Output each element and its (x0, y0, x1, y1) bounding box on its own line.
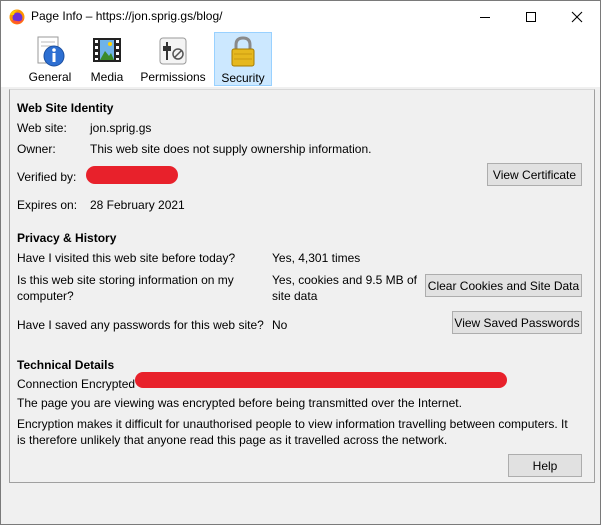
identity-heading: Web Site Identity (17, 101, 114, 115)
tab-general-label: General (28, 70, 72, 84)
minimize-button[interactable] (462, 1, 508, 32)
view-saved-passwords-button[interactable]: View Saved Passwords (452, 311, 582, 334)
encryption-line2: Encryption makes it difficult for unauth… (17, 417, 568, 431)
tab-general[interactable]: General (23, 32, 77, 86)
maximize-icon (526, 11, 536, 22)
expires-value: 28 February 2021 (90, 198, 185, 212)
verified-redaction (86, 166, 178, 184)
media-icon (93, 38, 121, 62)
connection-status: Connection Encrypted (17, 377, 136, 391)
encryption-line3: is therefore unlikely that anyone read t… (17, 433, 448, 447)
minimize-icon (480, 16, 490, 18)
tab-media[interactable]: Media (85, 32, 129, 86)
title-bar[interactable]: Page Info – https://jon.sprig.gs/blog/ (1, 1, 600, 32)
security-panel: Web Site Identity Web site: jon.sprig.gs… (9, 89, 595, 483)
storing-question-line1: Is this web site storing information on … (17, 273, 234, 287)
privacy-heading: Privacy & History (17, 231, 117, 245)
visited-question: Have I visited this web site before toda… (17, 251, 236, 265)
clear-cookies-button[interactable]: Clear Cookies and Site Data (425, 274, 582, 297)
firefox-icon (9, 9, 25, 25)
passwords-answer: No (272, 318, 288, 332)
storing-answer-line2: site data (272, 289, 318, 303)
encryption-line1: The page you are viewing was encrypted b… (17, 396, 462, 410)
storing-answer-line1: Yes, cookies and 9.5 MB of (272, 273, 417, 287)
visited-answer: Yes, 4,301 times (272, 251, 361, 265)
owner-label: Owner: (17, 142, 56, 156)
verified-label: Verified by: (17, 170, 77, 184)
tab-security[interactable]: Security (214, 32, 272, 86)
close-button[interactable] (554, 1, 600, 32)
technical-heading: Technical Details (17, 358, 115, 372)
owner-value: This web site does not supply ownership … (90, 142, 372, 156)
padlock-icon (231, 36, 255, 67)
maximize-button[interactable] (508, 1, 554, 32)
window-title: Page Info – https://jon.sprig.gs/blog/ (31, 9, 223, 23)
tab-media-label: Media (90, 70, 124, 84)
website-value: jon.sprig.gs (90, 121, 152, 135)
passwords-question: Have I saved any passwords for this web … (17, 318, 264, 332)
expires-label: Expires on: (17, 198, 78, 212)
website-label: Web site: (17, 121, 67, 135)
tab-permissions-label: Permissions (140, 70, 206, 84)
tab-security-label: Security (221, 71, 265, 85)
info-icon (37, 36, 65, 67)
connection-redaction (135, 372, 507, 388)
help-button[interactable]: Help (508, 454, 582, 477)
tab-permissions[interactable]: Permissions (139, 32, 207, 86)
tab-toolbar: General Media Permissions Security (1, 32, 600, 87)
permissions-icon (159, 37, 187, 65)
page-info-window: Page Info – https://jon.sprig.gs/blog/ G… (0, 0, 601, 525)
close-icon (571, 11, 583, 22)
storing-question-line2: computer? (17, 289, 74, 303)
view-certificate-button[interactable]: View Certificate (487, 163, 582, 186)
